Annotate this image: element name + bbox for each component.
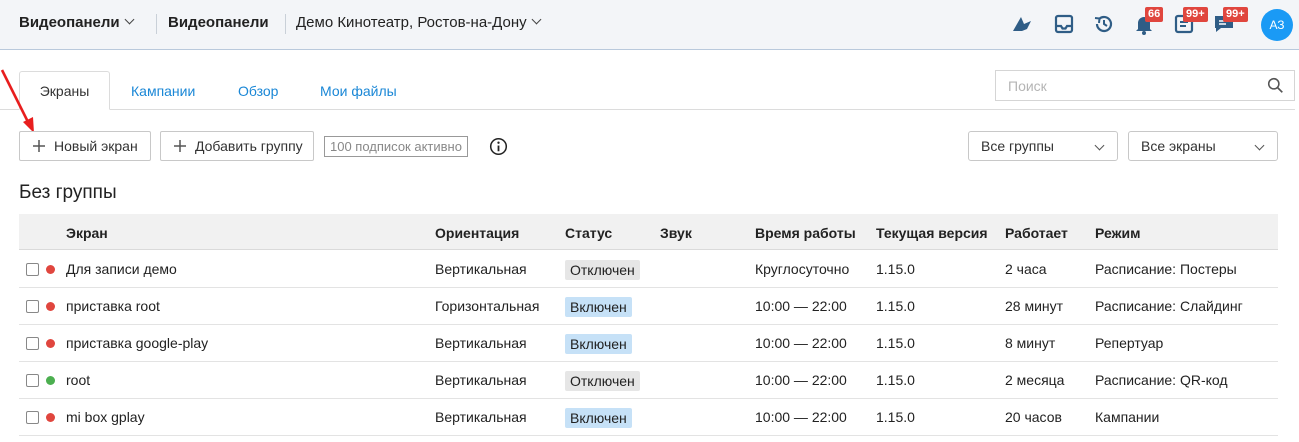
header-mode[interactable]: Режим xyxy=(1095,225,1140,241)
tabs-underline xyxy=(0,109,1295,110)
app-menu[interactable]: Видеопанели xyxy=(19,14,135,31)
mode: Репертуар xyxy=(1095,335,1164,351)
history-icon[interactable] xyxy=(1092,12,1116,36)
search-input[interactable] xyxy=(996,71,1256,100)
chevron-down-icon xyxy=(124,14,135,25)
chevron-down-icon xyxy=(1254,140,1265,151)
screen-name[interactable]: приставка root xyxy=(66,298,160,314)
table-row[interactable]: mi box gplay Вертикальная Включен 10:00 … xyxy=(19,399,1278,436)
status-badge: Включен xyxy=(565,334,632,354)
mode: Расписание: Постеры xyxy=(1095,261,1237,277)
table-row[interactable]: приставка root Горизонтальная Включен 10… xyxy=(19,288,1278,325)
divider xyxy=(285,14,286,34)
status-dot xyxy=(46,302,55,311)
group-filter-select[interactable]: Все группы xyxy=(968,131,1118,161)
row-checkbox[interactable] xyxy=(26,263,39,276)
work-hours: 10:00 — 22:00 xyxy=(755,409,847,425)
search-icon[interactable] xyxy=(1267,77,1284,94)
plus-icon xyxy=(33,140,45,152)
group-filter-value: Все группы xyxy=(981,138,1054,154)
orientation: Вертикальная xyxy=(435,372,527,388)
row-checkbox[interactable] xyxy=(26,300,39,313)
uptime: 20 часов xyxy=(1005,409,1062,425)
screen-name[interactable]: root xyxy=(66,372,90,388)
header-uptime[interactable]: Работает xyxy=(1005,225,1068,241)
table-row[interactable]: приставка google-play Вертикальная Включ… xyxy=(19,325,1278,362)
header-status[interactable]: Статус xyxy=(565,225,612,241)
screen-filter-value: Все экраны xyxy=(1141,138,1216,154)
header-sound[interactable]: Звук xyxy=(660,225,692,241)
uptime: 2 месяца xyxy=(1005,372,1065,388)
header-screen[interactable]: Экран xyxy=(66,225,108,241)
screen-filter-select[interactable]: Все экраны xyxy=(1128,131,1278,161)
work-hours: 10:00 — 22:00 xyxy=(755,335,847,351)
news-badge: 99+ xyxy=(1183,7,1208,22)
new-screen-button[interactable]: Новый экран xyxy=(19,131,151,161)
status-badge: Включен xyxy=(565,408,632,428)
orientation: Вертикальная xyxy=(435,409,527,425)
tab-my-files[interactable]: Мои файлы xyxy=(320,83,397,99)
orientation: Вертикальная xyxy=(435,261,527,277)
info-icon[interactable] xyxy=(489,137,508,156)
group-title: Без группы xyxy=(19,182,117,203)
status-dot xyxy=(46,413,55,422)
header-orientation[interactable]: Ориентация xyxy=(435,225,519,241)
version: 1.15.0 xyxy=(876,261,915,277)
table-header: Экран Ориентация Статус Звук Время работ… xyxy=(19,214,1278,250)
uptime: 28 минут xyxy=(1005,298,1064,314)
bell-badge: 66 xyxy=(1145,7,1164,22)
add-group-button[interactable]: Добавить группу xyxy=(160,131,314,161)
avatar[interactable]: АЗ xyxy=(1261,9,1293,41)
inbox-icon[interactable] xyxy=(1052,12,1076,36)
app-menu-label: Видеопанели xyxy=(19,14,120,31)
version: 1.15.0 xyxy=(876,335,915,351)
bird-icon[interactable] xyxy=(1010,12,1034,36)
row-checkbox[interactable] xyxy=(26,337,39,350)
status-dot xyxy=(46,376,55,385)
tab-campaigns[interactable]: Кампании xyxy=(131,83,195,99)
section-title: Видеопанели xyxy=(168,14,269,31)
search-box xyxy=(995,70,1295,101)
tab-overview[interactable]: Обзор xyxy=(238,83,278,99)
annotation-arrow xyxy=(0,69,34,133)
header-hours[interactable]: Время работы xyxy=(755,225,856,241)
mode: Расписание: QR-код xyxy=(1095,372,1228,388)
status-dot xyxy=(46,265,55,274)
row-checkbox[interactable] xyxy=(26,374,39,387)
subscriptions-counter: 100 подписок активно xyxy=(324,136,468,157)
new-screen-label: Новый экран xyxy=(54,138,138,154)
uptime: 2 часа xyxy=(1005,261,1047,277)
status-badge: Отключен xyxy=(565,260,640,280)
status-dot xyxy=(46,339,55,348)
chevron-down-icon xyxy=(531,14,542,25)
add-group-label: Добавить группу xyxy=(195,138,303,154)
work-hours: 10:00 — 22:00 xyxy=(755,298,847,314)
top-bar: Видеопанели Видеопанели Демо Кинотеатр, … xyxy=(0,0,1299,50)
uptime: 8 минут xyxy=(1005,335,1056,351)
screen-name[interactable]: Для записи демо xyxy=(66,261,177,277)
screen-name[interactable]: mi box gplay xyxy=(66,409,145,425)
screen-name[interactable]: приставка google-play xyxy=(66,335,208,351)
chevron-down-icon xyxy=(1094,140,1105,151)
mode: Кампании xyxy=(1095,409,1160,425)
version: 1.15.0 xyxy=(876,409,915,425)
row-checkbox[interactable] xyxy=(26,411,39,424)
version: 1.15.0 xyxy=(876,298,915,314)
version: 1.15.0 xyxy=(876,372,915,388)
work-hours: Круглосуточно xyxy=(755,261,850,277)
table-row[interactable]: Для записи демо Вертикальная Отключен Кр… xyxy=(19,251,1278,288)
status-badge: Отключен xyxy=(565,371,640,391)
header-version[interactable]: Текущая версия xyxy=(876,225,988,241)
orientation: Горизонтальная xyxy=(435,298,540,314)
table-row[interactable]: root Вертикальная Отключен 10:00 — 22:00… xyxy=(19,362,1278,399)
chat-badge: 99+ xyxy=(1223,7,1248,22)
divider xyxy=(156,14,157,34)
location-label: Демо Кинотеатр, Ростов-на-Дону xyxy=(296,14,527,31)
work-hours: 10:00 — 22:00 xyxy=(755,372,847,388)
plus-icon xyxy=(174,140,186,152)
orientation: Вертикальная xyxy=(435,335,527,351)
status-badge: Включен xyxy=(565,297,632,317)
location-selector[interactable]: Демо Кинотеатр, Ростов-на-Дону xyxy=(296,14,542,31)
mode: Расписание: Слайдинг xyxy=(1095,298,1243,314)
